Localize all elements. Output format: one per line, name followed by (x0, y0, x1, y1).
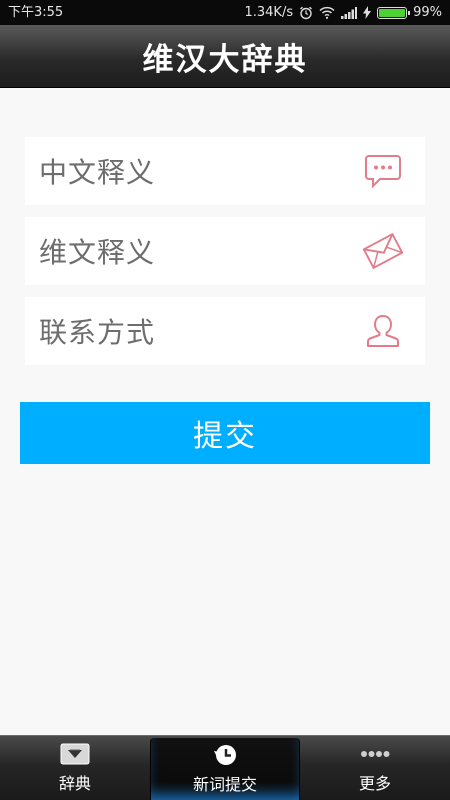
signal-icon (341, 6, 358, 19)
submit-button[interactable]: 提交 (20, 402, 430, 464)
charging-icon (363, 6, 372, 19)
history-icon (211, 743, 239, 767)
chat-bubble-icon (363, 151, 403, 191)
battery-fill (379, 8, 405, 17)
contact-field[interactable]: 联系方式 (25, 297, 425, 365)
envelope-icon (363, 231, 403, 271)
chinese-definition-field[interactable]: 中文释义 (25, 137, 425, 205)
uyghur-definition-field[interactable]: 维文释义 (25, 217, 425, 285)
person-icon (363, 311, 403, 351)
nav-item-more[interactable]: 更多 (300, 736, 450, 800)
status-indicators: 1.34K/s 99% (244, 0, 442, 25)
nav-item-more-label: 更多 (358, 774, 391, 793)
page-title: 维汉大辞典 (142, 41, 308, 78)
nav-item-dictionary-label: 辞典 (58, 774, 91, 793)
contact-placeholder: 联系方式 (39, 316, 156, 349)
wifi-icon (319, 6, 335, 19)
status-time: 下午3:55 (8, 5, 64, 20)
app-header: 维汉大辞典 (0, 25, 450, 88)
bottom-nav: 辞典 新词提交 更多 (0, 735, 450, 800)
nav-item-new-word-submit[interactable]: 新词提交 (150, 738, 300, 800)
more-dots-icon (360, 742, 390, 766)
status-bar: 下午3:55 1.34K/s 99% (0, 0, 450, 25)
network-speed: 1.34K/s (244, 5, 294, 20)
nav-item-new-word-submit-label: 新词提交 (192, 775, 257, 794)
chinese-definition-placeholder: 中文释义 (39, 156, 156, 189)
alarm-icon (299, 6, 313, 20)
uyghur-definition-placeholder: 维文释义 (39, 236, 156, 269)
nav-item-dictionary[interactable]: 辞典 (0, 736, 150, 800)
dictionary-icon (60, 742, 90, 766)
battery-percent: 99% (413, 5, 442, 20)
battery-icon (377, 6, 411, 19)
